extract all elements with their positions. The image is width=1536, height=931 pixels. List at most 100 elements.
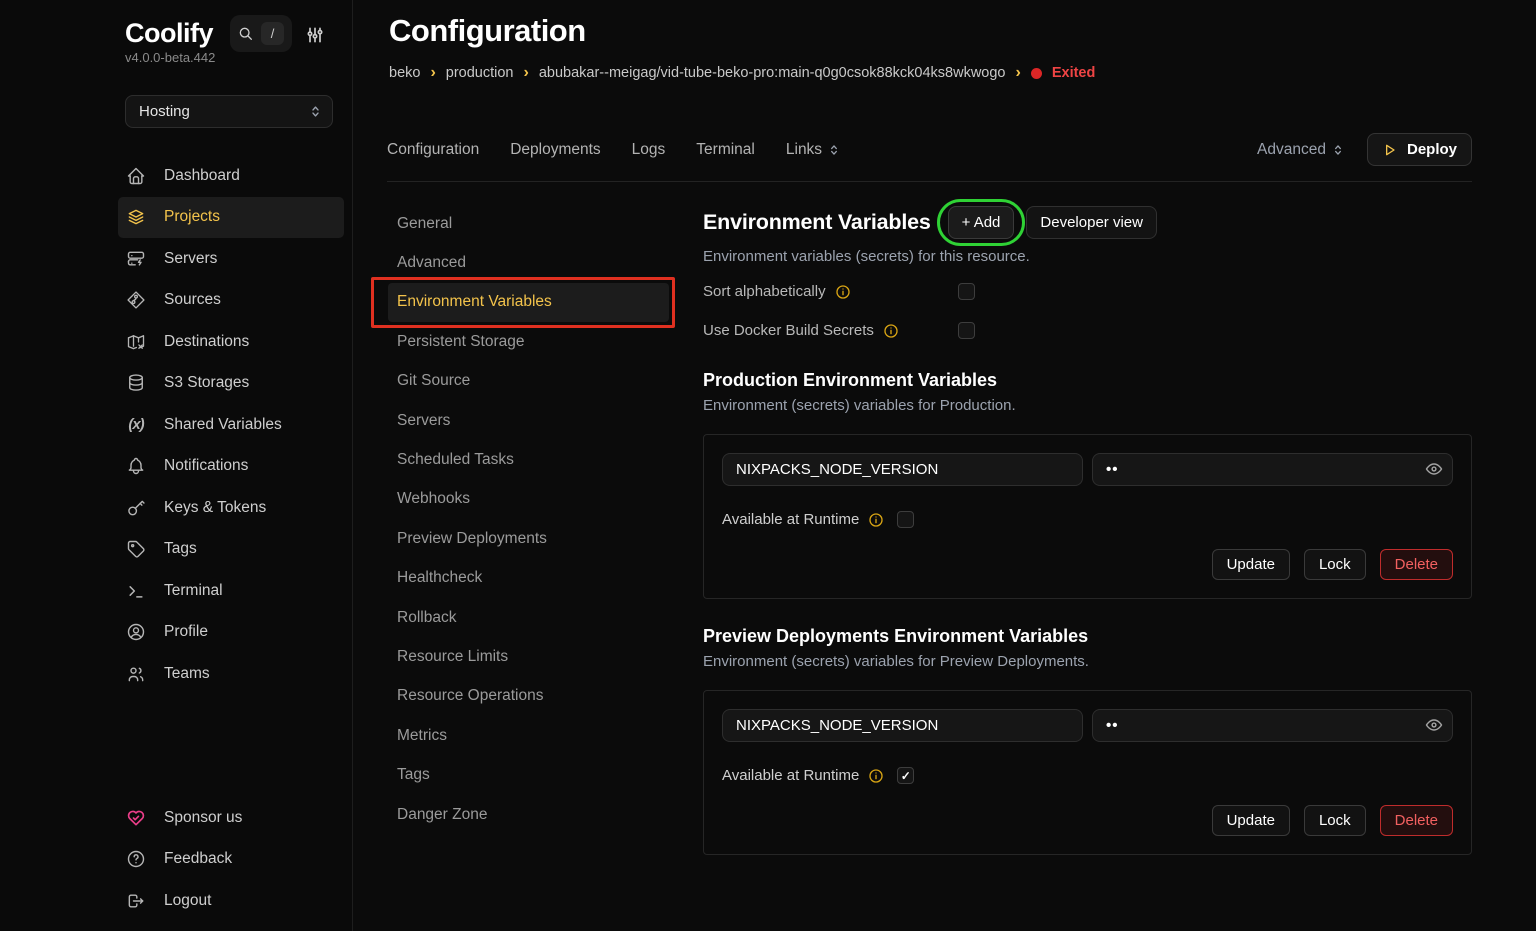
sidebar-item-terminal[interactable]: Terminal [118,570,344,612]
subnav-healthcheck[interactable]: Healthcheck [388,559,669,598]
tab-deployments[interactable]: Deployments [510,141,600,159]
subnav-rollback[interactable]: Rollback [388,598,669,637]
sidebar-item-label: Dashboard [164,167,240,185]
subnav-servers[interactable]: Servers [388,401,669,440]
update-button[interactable]: Update [1212,805,1290,836]
developer-view-button[interactable]: Developer view [1026,206,1157,239]
search-button[interactable]: / [230,15,292,52]
sidebar-item-sources[interactable]: Sources [118,280,344,322]
add-button[interactable]: + Add [948,206,1015,239]
sidebar-item-profile[interactable]: Profile [118,612,344,654]
sort-alphabetically-label: Sort alphabetically [703,283,826,300]
env-value-input[interactable] [1092,709,1453,742]
env-value-input[interactable] [1092,453,1453,486]
sidebar-item-tags[interactable]: Tags [118,529,344,571]
env-key-input[interactable] [722,709,1083,742]
subnav-persistent-storage[interactable]: Persistent Storage [388,322,669,361]
tab-links-label: Links [786,141,822,159]
breadcrumb-chevron-icon [1016,64,1021,82]
advanced-dropdown[interactable]: Advanced [1257,141,1345,159]
available-at-runtime-row: Available at Runtime [722,767,1453,784]
sidebar-item-label: Teams [164,665,210,683]
subnav-metrics[interactable]: Metrics [388,716,669,755]
env-variables-title: Environment Variables [703,210,931,235]
tab-links[interactable]: Links [786,141,841,159]
production-env-card: Available at Runtime Update Lock Delete [703,434,1472,599]
bell-icon [125,456,147,476]
sidebar-item-sponsor[interactable]: Sponsor us [118,797,344,839]
breadcrumb-environment[interactable]: production [446,65,514,81]
chevron-updown-icon [1331,143,1345,157]
sidebar-item-feedback[interactable]: Feedback [118,839,344,881]
status-badge: Exited [1052,65,1096,81]
sidebar-item-servers[interactable]: Servers [118,238,344,280]
subnav-scheduled-tasks[interactable]: Scheduled Tasks [388,440,669,479]
sidebar-item-keys-tokens[interactable]: Keys & Tokens [118,487,344,529]
sidebar-item-label: Profile [164,623,208,641]
chevron-updown-icon [308,104,323,119]
subnav-environment-variables[interactable]: Environment Variables [388,283,669,322]
reveal-value-eye-icon[interactable] [1424,459,1444,479]
info-icon [868,512,884,528]
subnav-advanced[interactable]: Advanced [388,243,669,282]
deploy-button[interactable]: Deploy [1367,133,1472,166]
delete-button[interactable]: Delete [1380,549,1453,580]
subnav-preview-deployments[interactable]: Preview Deployments [388,519,669,558]
sidebar-item-label: Notifications [164,457,248,475]
team-selector[interactable]: Hosting [125,95,333,128]
deploy-label: Deploy [1407,141,1457,158]
sidebar-item-label: Sponsor us [164,809,242,827]
delete-button[interactable]: Delete [1380,805,1453,836]
sort-alphabetically-checkbox[interactable] [958,283,975,300]
lock-button[interactable]: Lock [1304,805,1366,836]
tab-terminal[interactable]: Terminal [696,141,755,159]
subnav-resource-operations[interactable]: Resource Operations [388,677,669,716]
tab-configuration[interactable]: Configuration [387,141,479,159]
sidebar-item-s3-storages[interactable]: S3 Storages [118,363,344,405]
advanced-label: Advanced [1257,141,1326,159]
play-icon [1382,142,1398,158]
sidebar-item-shared-variables[interactable]: (x) Shared Variables [118,404,344,446]
lock-button[interactable]: Lock [1304,549,1366,580]
sidebar-item-destinations[interactable]: Destinations [118,321,344,363]
available-at-runtime-checkbox[interactable] [897,511,914,528]
sort-alphabetically-row: Sort alphabetically [703,279,1472,304]
env-key-input[interactable] [722,453,1083,486]
sidebar-item-notifications[interactable]: Notifications [118,446,344,488]
subnav-tags[interactable]: Tags [388,755,669,794]
subnav-webhooks[interactable]: Webhooks [388,480,669,519]
env-variables-panel: Environment Variables + Add Developer vi… [703,204,1472,855]
reveal-value-eye-icon[interactable] [1424,715,1444,735]
sidebar-item-teams[interactable]: Teams [118,653,344,695]
breadcrumb-resource[interactable]: abubakar--meigag/vid-tube-beko-pro:main-… [539,65,1006,81]
update-button[interactable]: Update [1212,549,1290,580]
tabs-divider [387,181,1472,182]
docker-build-secrets-row: Use Docker Build Secrets [703,318,1472,343]
subnav-general[interactable]: General [388,204,669,243]
available-at-runtime-checkbox[interactable] [897,767,914,784]
subnav-item-label: Environment Variables [397,293,552,311]
chevron-updown-icon [827,143,841,157]
help-circle-icon [125,849,147,869]
search-icon [238,26,254,42]
tab-logs[interactable]: Logs [632,141,666,159]
available-at-runtime-row: Available at Runtime [722,511,1453,528]
info-icon [868,768,884,784]
subnav-resource-limits[interactable]: Resource Limits [388,637,669,676]
git-source-icon [125,290,147,310]
sidebar-item-logout[interactable]: Logout [118,880,344,922]
sidebar-item-projects[interactable]: Projects [118,197,344,239]
heart-icon [125,808,147,828]
settings-sliders-icon[interactable] [305,25,325,45]
variable-icon: (x) [125,416,147,433]
tabs-row: Configuration Deployments Logs Terminal … [387,132,1472,167]
available-at-runtime-label: Available at Runtime [722,511,859,528]
sidebar-item-dashboard[interactable]: Dashboard [118,155,344,197]
sidebar-item-label: Destinations [164,333,249,351]
subnav-danger-zone[interactable]: Danger Zone [388,795,669,834]
sidebar-item-label: Tags [164,540,197,558]
breadcrumb-chevron-icon [430,64,435,82]
docker-build-secrets-checkbox[interactable] [958,322,975,339]
breadcrumb-team[interactable]: beko [389,65,420,81]
subnav-git-source[interactable]: Git Source [388,362,669,401]
